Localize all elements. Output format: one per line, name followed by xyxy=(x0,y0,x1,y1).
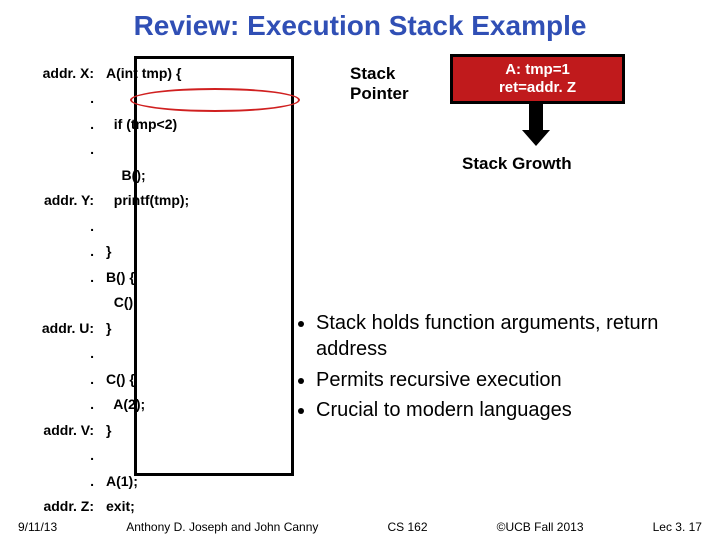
code-row: addr. Z:exit; xyxy=(32,494,267,520)
code-row: .} xyxy=(32,239,267,265)
code-row: .C() { xyxy=(32,366,267,392)
sp-line2: Pointer xyxy=(350,84,409,103)
code-row: addr. X:A(int tmp) { xyxy=(32,60,267,86)
addr-label: addr. U: xyxy=(32,320,100,336)
footer-course: CS 162 xyxy=(387,520,427,534)
code-row: B(); xyxy=(32,162,267,188)
code-text: C(); xyxy=(100,294,267,310)
slide-title: Review: Execution Stack Example xyxy=(0,0,720,60)
addr-label: addr. Z: xyxy=(32,498,100,514)
code-text: } xyxy=(100,243,267,259)
stack-frame-a: A: tmp=1 ret=addr. Z xyxy=(453,57,622,101)
code-row: .A(1); xyxy=(32,468,267,494)
addr-label: . xyxy=(32,396,100,412)
addr-label: addr. X: xyxy=(32,65,100,81)
addr-label: . xyxy=(32,141,100,157)
arrow-down-icon xyxy=(529,102,550,146)
addr-label: . xyxy=(32,218,100,234)
addr-label: . xyxy=(32,116,100,132)
code-text: } xyxy=(100,320,267,336)
stack-frame-box: A: tmp=1 ret=addr. Z xyxy=(450,54,625,104)
code-row: C(); xyxy=(32,290,267,316)
code-listing: addr. X:A(int tmp) {.. if (tmp<2). B();a… xyxy=(32,60,267,488)
code-text: B(); xyxy=(100,167,267,183)
addr-label: addr. Y: xyxy=(32,192,100,208)
code-row: . if (tmp<2) xyxy=(32,111,267,137)
addr-label: . xyxy=(32,345,100,361)
frame-a-line1: A: tmp=1 xyxy=(505,61,570,78)
code-row: addr. Y: printf(tmp); xyxy=(32,188,267,214)
footer-copyright: ©UCB Fall 2013 xyxy=(497,520,584,534)
code-text: printf(tmp); xyxy=(100,192,267,208)
code-text: B() { xyxy=(100,269,267,285)
code-row: . xyxy=(32,86,267,112)
bullet-item: Permits recursive execution xyxy=(316,367,706,393)
code-text: if (tmp<2) xyxy=(100,116,267,132)
addr-label: . xyxy=(32,473,100,489)
frame-a-line2: ret=addr. Z xyxy=(499,79,576,96)
stack-growth-label: Stack Growth xyxy=(462,154,572,174)
code-text: A(2); xyxy=(100,396,267,412)
addr-label: . xyxy=(32,371,100,387)
addr-label: addr. V: xyxy=(32,422,100,438)
footer: 9/11/13 Anthony D. Joseph and John Canny… xyxy=(0,520,720,534)
sp-line1: Stack xyxy=(350,64,395,83)
code-text: A(1); xyxy=(100,473,267,489)
bullet-item: Crucial to modern languages xyxy=(316,397,706,423)
stack-pointer-label: Stack Pointer xyxy=(350,64,409,105)
code-text: exit; xyxy=(100,498,267,514)
code-row: . xyxy=(32,137,267,163)
content-area: addr. X:A(int tmp) {.. if (tmp<2). B();a… xyxy=(0,60,720,520)
addr-label: . xyxy=(32,447,100,463)
addr-label: . xyxy=(32,269,100,285)
code-text: } xyxy=(100,422,267,438)
code-row: . A(2); xyxy=(32,392,267,418)
footer-lec: Lec 3. 17 xyxy=(653,520,702,534)
code-text: A(int tmp) { xyxy=(100,65,267,81)
code-text: C() { xyxy=(100,371,267,387)
code-row: addr. V:} xyxy=(32,417,267,443)
code-row: .B() { xyxy=(32,264,267,290)
footer-date: 9/11/13 xyxy=(18,520,57,534)
code-row: addr. U:} xyxy=(32,315,267,341)
addr-label: . xyxy=(32,90,100,106)
addr-label: . xyxy=(32,243,100,259)
bullet-item: Stack holds function arguments, return a… xyxy=(316,310,706,363)
code-row: . xyxy=(32,341,267,367)
bullet-list: Stack holds function arguments, return a… xyxy=(296,310,706,428)
code-row: . xyxy=(32,213,267,239)
code-row: . xyxy=(32,443,267,469)
footer-authors: Anthony D. Joseph and John Canny xyxy=(126,520,318,534)
